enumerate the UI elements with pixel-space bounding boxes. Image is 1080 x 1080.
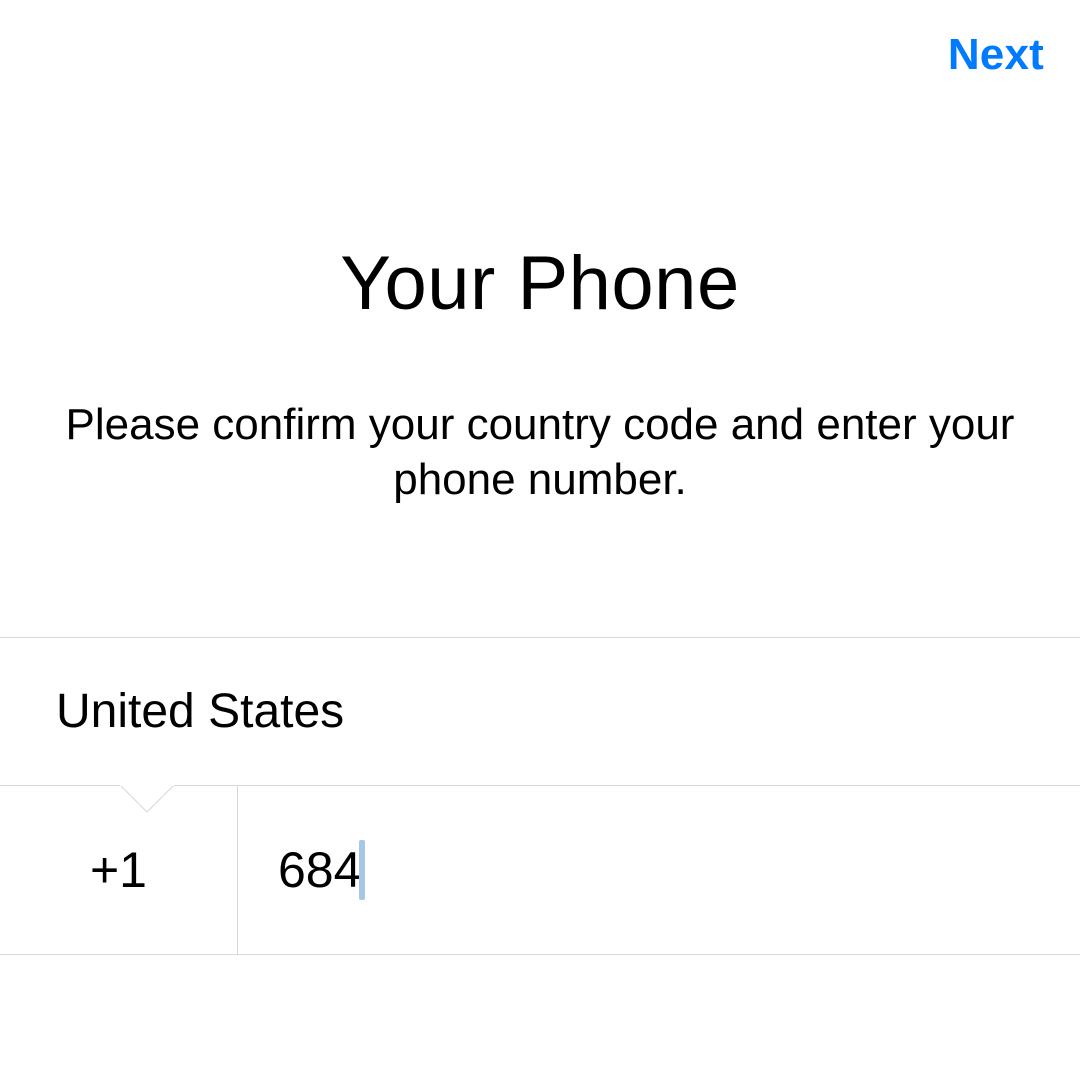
- header-bar: Next: [0, 0, 1080, 80]
- country-name-label: United States: [56, 685, 344, 738]
- title-block: Your Phone Please confirm your country c…: [0, 240, 1080, 507]
- phone-number-value: 684: [278, 841, 361, 899]
- phone-form: United States +1 684: [0, 637, 1080, 955]
- country-code-cell[interactable]: +1: [0, 786, 238, 954]
- phone-input-row: +1 684: [0, 785, 1080, 955]
- text-caret-icon: [359, 840, 365, 900]
- phone-number-cell[interactable]: 684: [238, 786, 1080, 954]
- subtitle-text: Please confirm your country code and ent…: [60, 397, 1020, 507]
- country-code-label: +1: [90, 841, 147, 899]
- page-title: Your Phone: [60, 240, 1020, 327]
- country-selector[interactable]: United States: [0, 637, 1080, 785]
- next-button[interactable]: Next: [948, 30, 1044, 80]
